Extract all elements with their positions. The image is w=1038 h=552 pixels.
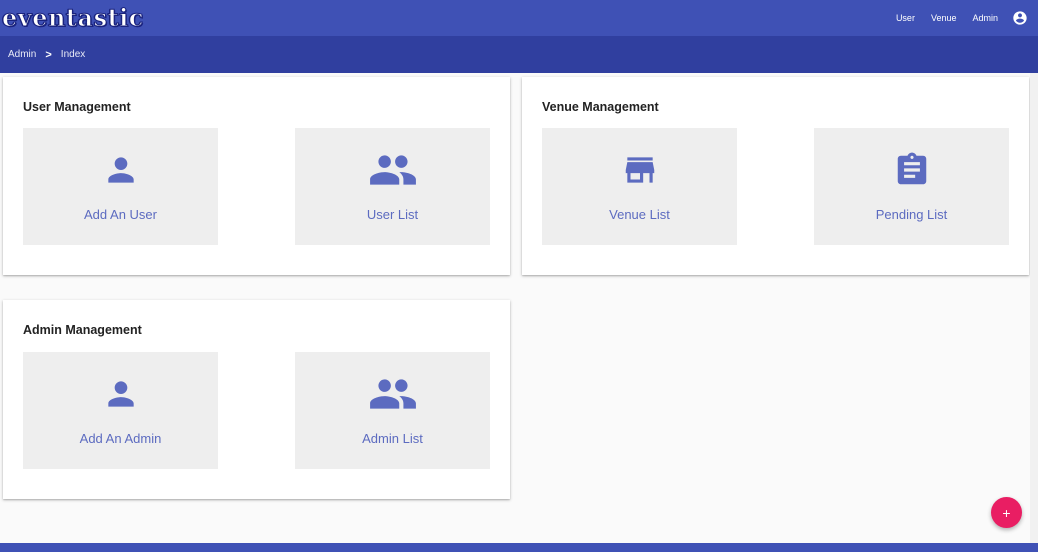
account-circle-icon[interactable] bbox=[1012, 10, 1028, 26]
venue-list-label: Venue List bbox=[609, 207, 670, 222]
add-user-label: Add An User bbox=[84, 207, 157, 222]
breadcrumb-separator: > bbox=[45, 48, 52, 61]
admin-management-card: Admin Management Add An Admin Admin List bbox=[3, 300, 510, 499]
pending-list-tile[interactable]: Pending List bbox=[814, 128, 1009, 245]
venue-management-title: Venue Management bbox=[542, 100, 659, 114]
person-icon bbox=[102, 150, 140, 190]
user-list-label: User List bbox=[366, 207, 419, 222]
user-management-card: User Management Add An User User List bbox=[3, 77, 510, 275]
pending-list-label: Pending List bbox=[875, 207, 948, 222]
admin-list-tile[interactable]: Admin List bbox=[295, 352, 490, 469]
breadcrumb-admin[interactable]: Admin bbox=[8, 49, 36, 60]
breadcrumb: Admin > Index bbox=[0, 36, 1038, 73]
venue-list-tile[interactable]: Venue List bbox=[542, 128, 737, 245]
venue-management-card: Venue Management Venue List Pending List bbox=[522, 77, 1029, 275]
top-nav: User Venue Admin bbox=[880, 0, 1028, 36]
clipboard-icon bbox=[893, 150, 931, 190]
nav-link-admin[interactable]: Admin bbox=[972, 13, 998, 23]
admin-management-title: Admin Management bbox=[23, 323, 142, 337]
breadcrumb-index: Index bbox=[60, 49, 86, 60]
nav-link-user[interactable]: User bbox=[896, 13, 915, 23]
people-icon bbox=[368, 374, 418, 414]
add-user-tile[interactable]: Add An User bbox=[23, 128, 218, 245]
footer-bar bbox=[0, 543, 1038, 552]
admin-list-label: Admin List bbox=[362, 431, 423, 446]
person-icon bbox=[102, 374, 140, 414]
add-admin-label: Add An Admin bbox=[79, 431, 162, 446]
nav-link-venue[interactable]: Venue bbox=[931, 13, 957, 23]
page-scrollbar[interactable] bbox=[1030, 73, 1038, 543]
top-app-bar: eventastic User Venue Admin bbox=[0, 0, 1038, 36]
app-logo[interactable]: eventastic bbox=[2, 0, 144, 36]
user-management-title: User Management bbox=[23, 100, 131, 114]
store-icon bbox=[621, 150, 659, 190]
add-fab-button[interactable]: + bbox=[991, 497, 1022, 528]
add-admin-tile[interactable]: Add An Admin bbox=[23, 352, 218, 469]
user-list-tile[interactable]: User List bbox=[295, 128, 490, 245]
people-icon bbox=[368, 150, 418, 190]
plus-icon: + bbox=[1002, 504, 1011, 521]
